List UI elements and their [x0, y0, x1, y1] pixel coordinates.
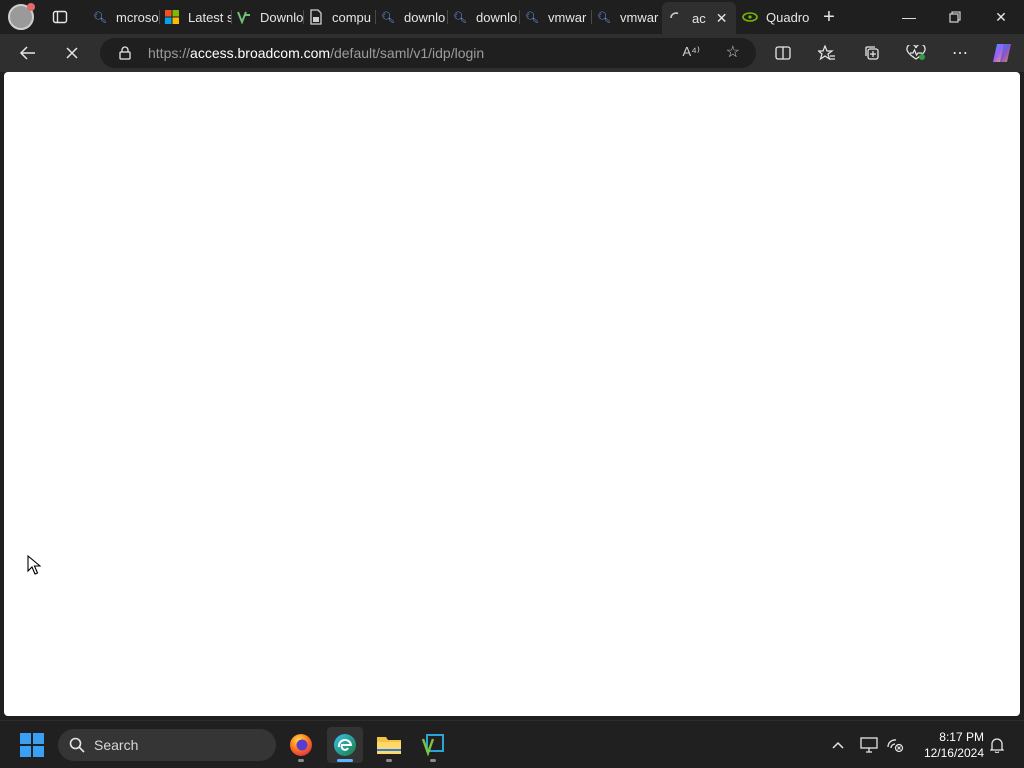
document-lock-icon [308, 9, 324, 25]
tab-actions-icon[interactable] [48, 6, 72, 28]
app-running-indicator [337, 759, 353, 762]
show-hidden-icons-chevron-up-icon[interactable] [828, 733, 848, 757]
vmware-icon [236, 9, 252, 25]
search-icon: 🔍︎ [525, 11, 539, 24]
copilot-icon[interactable] [987, 39, 1017, 67]
browser-tab[interactable]: 🔍︎ mcroso [92, 4, 160, 30]
browser-tab[interactable]: 🔍︎ downlo [452, 4, 520, 30]
tab-title: Latest s [188, 9, 232, 25]
windows-taskbar: Search 8:17 PM 12/16/2024 [0, 720, 1024, 768]
browser-tab[interactable]: 🔍︎ vmwar [596, 4, 664, 30]
mouse-cursor-icon [27, 554, 42, 580]
tab-divider [159, 10, 160, 24]
tab-divider [303, 10, 304, 24]
browser-tab[interactable]: compu [308, 4, 376, 30]
search-icon: 🔍︎ [597, 11, 611, 24]
browser-toolbar: https://access.broadcom.com/default/saml… [0, 34, 1024, 72]
new-tab-button[interactable]: + [816, 5, 842, 29]
url-prefix: https:// [148, 45, 191, 61]
stop-loading-button[interactable] [57, 39, 87, 67]
url-host: access.broadcom.com [190, 45, 331, 61]
tab-title: downlo [404, 9, 446, 25]
search-icon: 🔍︎ [93, 11, 107, 24]
page-content-area [4, 72, 1020, 716]
browser-tab[interactable]: Latest s [164, 4, 232, 30]
browser-essentials-icon[interactable] [901, 39, 931, 67]
tab-divider [447, 10, 448, 24]
tab-bar: 🔍︎ mcroso Latest s Downlo compu 🔍︎ downl… [0, 0, 1024, 34]
more-options-icon[interactable]: ⋯ [945, 39, 975, 67]
notification-bell-icon[interactable] [986, 733, 1008, 757]
tab-divider [375, 10, 376, 24]
url-path: /default/saml/v1/idp/login [330, 45, 485, 61]
firefox-icon[interactable] [283, 727, 319, 763]
tab-title: downlo [476, 9, 518, 25]
system-clock[interactable]: 8:17 PM 12/16/2024 [916, 729, 984, 761]
restore-button[interactable] [932, 0, 978, 34]
tab-divider [231, 10, 232, 24]
tab-title: ac [692, 10, 706, 26]
vmware-workstation-icon[interactable] [415, 727, 451, 763]
tab-title: Downlo [260, 9, 304, 25]
microsoft-logo-icon [164, 9, 180, 25]
tab-title: vmwar [548, 9, 587, 25]
tab-title: Quadro [766, 9, 810, 25]
favorites-icon[interactable] [812, 39, 842, 67]
lock-icon[interactable] [118, 46, 132, 60]
browser-tab[interactable]: Quadro [742, 4, 810, 30]
profile-avatar[interactable] [8, 3, 35, 30]
url-text[interactable]: https://access.broadcom.com/default/saml… [148, 45, 484, 61]
add-favorite-star-icon[interactable]: ☆ [726, 42, 740, 62]
close-tab-icon[interactable]: ✕ [716, 10, 728, 27]
clock-date: 12/16/2024 [923, 746, 984, 760]
app-running-indicator [298, 759, 304, 762]
tab-title: vmwar [620, 9, 659, 25]
address-bar[interactable]: https://access.broadcom.com/default/saml… [100, 38, 756, 68]
file-explorer-icon[interactable] [371, 727, 407, 763]
app-running-indicator [386, 759, 392, 762]
search-icon: 🔍︎ [453, 11, 467, 24]
app-running-indicator [430, 759, 436, 762]
taskbar-search-box[interactable]: Search [58, 729, 276, 761]
collections-icon[interactable] [857, 39, 887, 67]
browser-tab[interactable]: 🔍︎ vmwar [524, 4, 592, 30]
minimize-button[interactable]: — [886, 0, 932, 34]
back-button[interactable] [13, 39, 43, 67]
browser-tab-active[interactable]: ac ✕ [662, 2, 736, 34]
search-placeholder: Search [94, 737, 139, 753]
read-aloud-icon[interactable]: A⁴⁾ [683, 44, 700, 60]
search-icon: 🔍︎ [381, 11, 395, 24]
display-monitor-icon[interactable] [858, 733, 880, 757]
clock-time: 8:17 PM [939, 730, 984, 744]
tab-divider [591, 10, 592, 24]
browser-tab[interactable]: Downlo [236, 4, 304, 30]
windows-start-icon[interactable] [20, 733, 44, 757]
close-window-button[interactable]: ✕ [978, 0, 1024, 34]
edge-icon[interactable] [327, 727, 363, 763]
tab-title: compu [332, 9, 372, 25]
tab-divider [519, 10, 520, 24]
browser-tab[interactable]: 🔍︎ downlo [380, 4, 448, 30]
network-disconnected-icon[interactable] [884, 733, 906, 757]
tab-title: mcroso [116, 9, 159, 25]
nvidia-icon [742, 9, 758, 25]
split-screen-icon[interactable] [768, 39, 798, 67]
loading-spinner-icon [668, 10, 684, 26]
search-icon [68, 736, 86, 754]
